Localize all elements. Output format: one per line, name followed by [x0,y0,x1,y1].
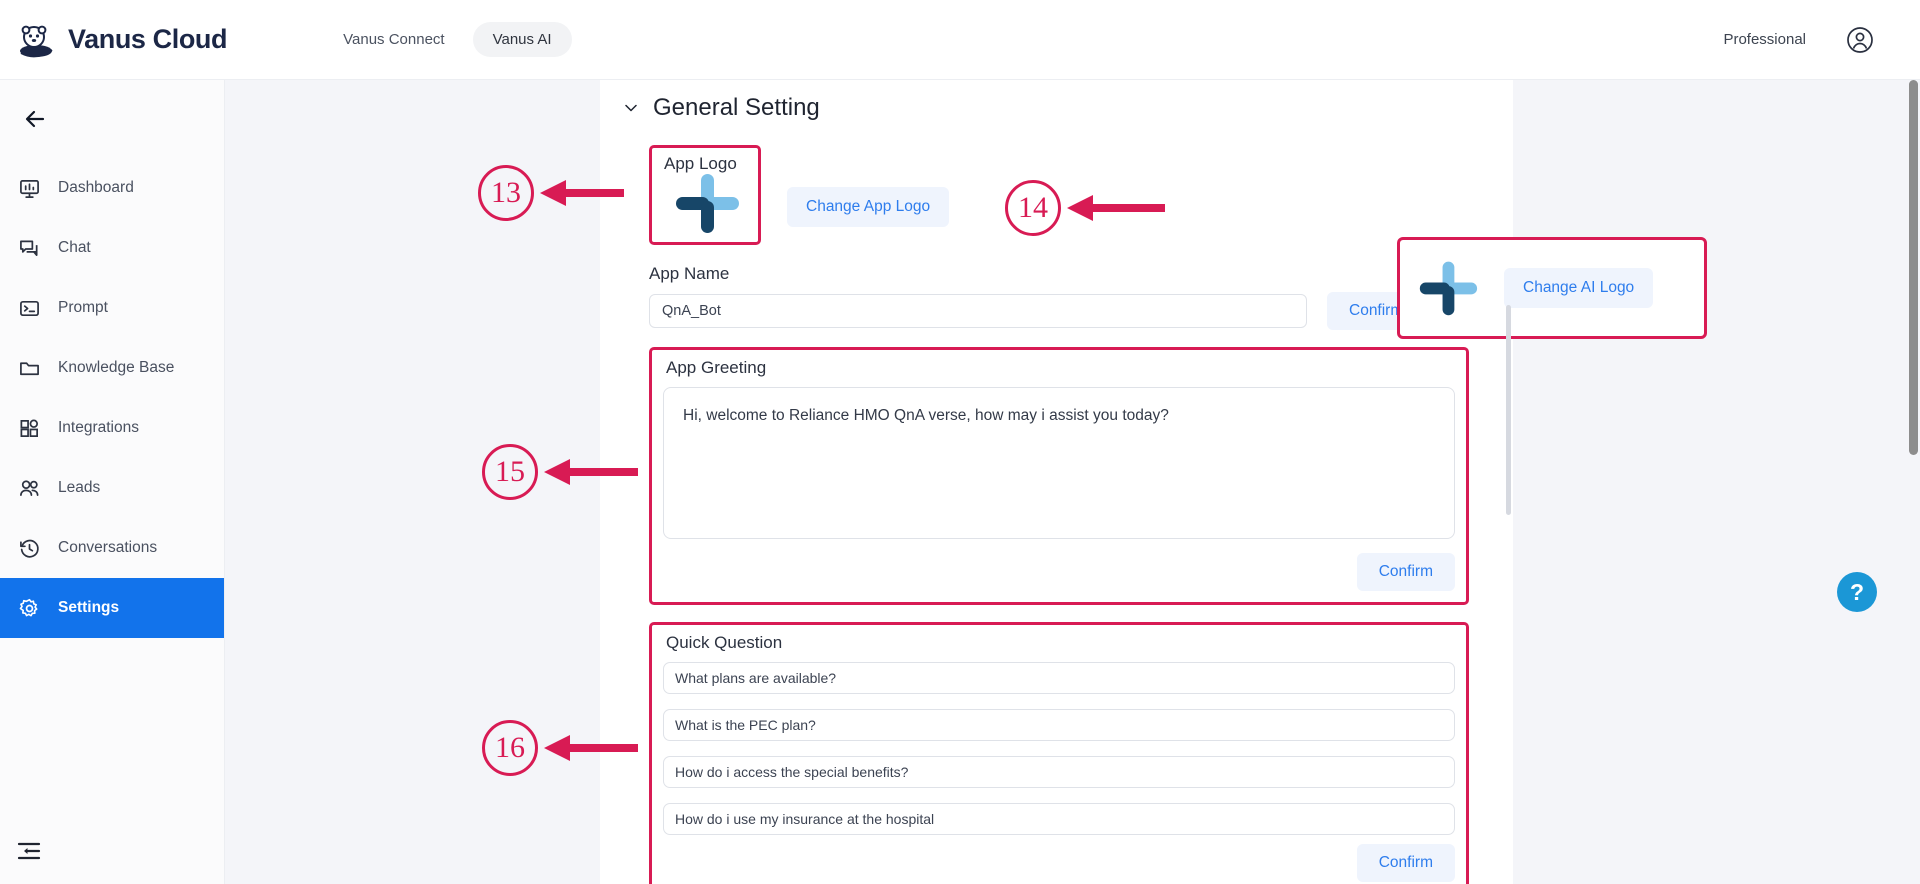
change-ai-logo-button[interactable]: Change AI Logo [1504,268,1654,308]
arrow-left-icon [25,110,45,128]
help-button[interactable]: ? [1837,572,1877,612]
app-logo-row: App Logo Change App Logo [649,145,1513,245]
clock-history-icon [18,537,40,559]
quick-question-input-4[interactable] [663,803,1455,835]
quick-question-group: Quick Question Confirm [649,622,1469,884]
plus-cross-logo [1419,261,1478,316]
page-scrollbar-thumb[interactable] [1909,80,1918,455]
change-app-logo-button[interactable]: Change App Logo [787,187,950,227]
sidebar-item-label: Chat [58,239,91,256]
page-scrollbar[interactable] [1907,80,1920,884]
change-app-logo-wrap: Change App Logo [787,187,950,227]
quick-question-actions: Confirm [663,844,1455,882]
sidebar-item-dashboard[interactable]: Dashboard [0,158,224,218]
back-button[interactable] [18,102,52,136]
sidebar-item-prompt[interactable]: Prompt [0,278,224,338]
plus-cross-logo [676,174,739,233]
top-bar: Vanus Cloud Vanus Connect Vanus AI Profe… [0,0,1920,80]
page-title: General Setting [653,94,820,121]
app-greeting-label: App Greeting [666,358,767,377]
app-greeting-textarea[interactable]: Hi, welcome to Reliance HMO QnA verse, h… [663,387,1455,539]
brand[interactable]: Vanus Cloud [16,20,228,60]
sidebar-item-label: Settings [58,599,120,616]
app-name-row: Confirm [649,292,1469,330]
app-greeting-confirm-button[interactable]: Confirm [1356,553,1455,591]
quick-question-input-2[interactable] [663,709,1455,741]
sidebar-item-label: Knowledge Base [58,359,175,376]
user-circle-icon[interactable] [1846,26,1874,54]
content-area: General Setting App Logo Change App Logo [225,80,1920,884]
app-name-label: App Name [649,264,730,283]
app-greeting-actions: Confirm [663,553,1455,591]
users-icon [18,477,40,499]
chat-bubbles-icon [18,237,40,259]
app-root: Vanus Cloud Vanus Connect Vanus AI Profe… [0,0,1920,884]
brand-name: Vanus Cloud [68,24,228,54]
inner-scrollbar[interactable] [1505,80,1513,884]
quick-question-confirm-button[interactable]: Confirm [1356,844,1455,882]
quick-question-input-1[interactable] [663,662,1455,694]
sidebar-item-label: Prompt [58,299,108,316]
inner-scrollbar-thumb[interactable] [1506,305,1511,515]
sidebar-item-integrations[interactable]: Integrations [0,398,224,458]
general-setting-card: General Setting App Logo Change App Logo [600,80,1513,884]
sidebar-item-label: Leads [58,479,101,496]
tab-vanus-ai[interactable]: Vanus AI [472,22,572,57]
collapse-sidebar-icon[interactable] [16,838,42,864]
app-greeting-group: App Greeting Hi, welcome to Reliance HMO… [649,347,1469,605]
chevron-down-icon [625,104,637,112]
topbar-right: Professional [1723,26,1874,54]
otter-mascot-icon [20,25,53,57]
general-setting-header[interactable]: General Setting [623,94,1513,122]
ai-logo-group: Change AI Logo [1397,237,1707,339]
sidebar-item-leads[interactable]: Leads [0,458,224,518]
blocks-icon [18,417,40,439]
sidebar-item-label: Integrations [58,419,139,436]
sidebar: Dashboard Chat Prompt Knowledge Base Int… [0,80,225,884]
gear-icon [18,597,40,619]
top-nav-tabs: Vanus Connect Vanus AI [323,22,572,57]
sidebar-footer [0,818,225,884]
monitor-chart-icon [18,177,40,199]
quick-question-label: Quick Question [666,633,783,652]
plan-badge: Professional [1723,31,1806,48]
sidebar-item-chat[interactable]: Chat [0,218,224,278]
quick-question-input-3[interactable] [663,756,1455,788]
sidebar-item-label: Conversations [58,539,158,556]
app-logo-box[interactable]: App Logo [649,145,761,245]
app-name-input[interactable] [649,294,1307,328]
folder-icon [18,357,40,379]
question-mark-icon: ? [1849,578,1865,605]
sidebar-nav-list: Dashboard Chat Prompt Knowledge Base Int… [0,158,224,638]
tab-vanus-connect[interactable]: Vanus Connect [323,22,464,57]
terminal-icon [18,297,40,319]
sidebar-item-knowledge-base[interactable]: Knowledge Base [0,338,224,398]
sidebar-item-label: Dashboard [58,179,134,196]
sidebar-item-conversations[interactable]: Conversations [0,518,224,578]
sidebar-item-settings[interactable]: Settings [0,578,224,638]
app-name-block: App Name Confirm [649,264,1469,330]
